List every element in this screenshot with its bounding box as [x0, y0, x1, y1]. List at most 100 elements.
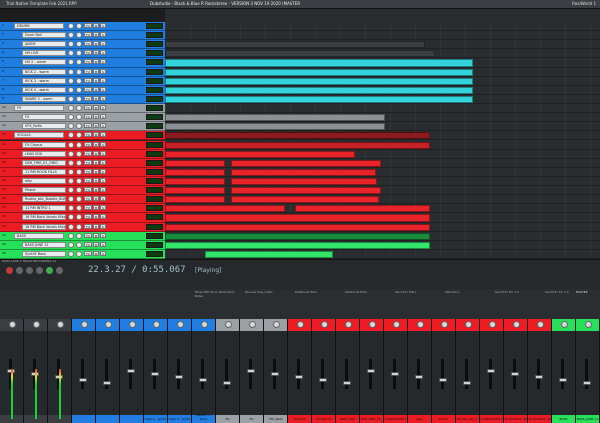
pan-knob-icon[interactable]	[584, 321, 592, 328]
volume-knob-icon[interactable]	[68, 50, 74, 57]
mute-button[interactable]: M	[93, 241, 99, 247]
fader-handle[interactable]	[102, 381, 111, 385]
fx-button[interactable]: FX	[84, 68, 92, 74]
time-display[interactable]: 22.3.27 / 0:55.067	[88, 265, 186, 275]
mute-button[interactable]: M	[93, 86, 99, 92]
fader-handle[interactable]	[582, 381, 591, 385]
fx-button[interactable]: FX	[84, 105, 92, 111]
pan-knob-icon[interactable]	[76, 59, 82, 66]
pan-knob-icon[interactable]	[76, 250, 82, 257]
media-item[interactable]	[165, 214, 430, 222]
solo-button[interactable]: S	[100, 86, 106, 92]
volume-knob-icon[interactable]	[68, 23, 74, 29]
solo-button[interactable]: S	[100, 41, 106, 47]
mixer-strip[interactable]: Rushio_bkc_1	[456, 319, 480, 423]
fx-button[interactable]: FX	[84, 141, 92, 147]
track-row[interactable]: 11 FX FX M S	[0, 113, 165, 123]
media-item[interactable]	[165, 141, 430, 149]
pan-knob-icon[interactable]	[76, 68, 82, 75]
pan-knob-icon[interactable]	[320, 321, 328, 328]
pan-knob-icon[interactable]	[76, 205, 82, 212]
fx-button[interactable]: FX	[84, 50, 92, 56]
track-name[interactable]: DSH_FIRE_01_ORIG	[22, 159, 66, 166]
track-name[interactable]: SNARE 2 - warm	[22, 95, 66, 102]
pan-knob-icon[interactable]	[76, 214, 82, 221]
track-name[interactable]: HH LIVE	[22, 50, 66, 57]
solo-button[interactable]: S	[100, 159, 106, 165]
fx-chain-slot[interactable]: Mixer/DSP Slicer Notes Main Notes	[195, 290, 241, 298]
track-name[interactable]: LEAD VOX	[22, 150, 66, 157]
volume-knob-icon[interactable]	[68, 205, 74, 212]
solo-button[interactable]: S	[100, 168, 106, 174]
track-name[interactable]: Rushio_bkc_Bubble_BLE	[22, 196, 66, 203]
track-lane[interactable]	[165, 104, 600, 114]
volume-knob-icon[interactable]	[68, 32, 74, 39]
pan-knob-icon[interactable]	[76, 50, 82, 57]
mute-button[interactable]: M	[93, 32, 99, 38]
fx-button[interactable]: FX	[84, 177, 92, 183]
track-name[interactable]: KICK 3 - warm	[22, 77, 66, 84]
track-name[interactable]: 16 RM Back Vocals Mixdo	[22, 223, 66, 230]
media-item[interactable]	[165, 86, 473, 94]
media-item[interactable]	[165, 196, 225, 204]
fader-handle[interactable]	[150, 372, 159, 376]
pan-knob-icon[interactable]	[76, 41, 82, 48]
volume-knob-icon[interactable]	[68, 114, 74, 121]
track-row[interactable]: 5 HH 2 - warm FX M S	[0, 58, 165, 68]
pan-knob-icon[interactable]	[76, 177, 82, 184]
mute-button[interactable]: M	[93, 77, 99, 83]
mixer-strip[interactable]	[48, 319, 72, 423]
media-item[interactable]	[165, 114, 385, 122]
track-row[interactable]: 21 11 RM INTRO 1 FX M S	[0, 204, 165, 214]
mute-button[interactable]: M	[93, 123, 99, 129]
mixer-strip[interactable]: DSH_FIRE_01_	[360, 319, 384, 423]
solo-button[interactable]: S	[100, 250, 106, 256]
pan-knob-icon[interactable]	[248, 321, 256, 328]
pan-knob-icon[interactable]	[200, 321, 208, 328]
mixer-strip[interactable]	[96, 319, 120, 423]
solo-button[interactable]: S	[100, 232, 106, 238]
pan-knob-icon[interactable]	[80, 321, 88, 328]
pan-knob-icon[interactable]	[296, 321, 304, 328]
rewind-button-icon[interactable]	[16, 267, 23, 274]
mixer-strip[interactable]	[120, 319, 144, 423]
pan-knob-icon[interactable]	[76, 123, 82, 130]
fader-handle[interactable]	[558, 378, 567, 382]
volume-knob-icon[interactable]	[68, 214, 74, 221]
mute-button[interactable]: M	[93, 187, 99, 193]
mixer-strip[interactable]	[72, 319, 96, 423]
track-row[interactable]: 1 DRUMS FX M S	[0, 22, 165, 32]
mixer-strip[interactable]	[24, 319, 48, 423]
fx-button[interactable]: FX	[84, 196, 92, 202]
solo-button[interactable]: S	[100, 77, 106, 83]
pan-knob-icon[interactable]	[512, 321, 520, 328]
loop-button-icon[interactable]	[56, 267, 63, 274]
fader-handle[interactable]	[78, 378, 87, 382]
pan-knob-icon[interactable]	[560, 321, 568, 328]
fx-button[interactable]: FX	[84, 114, 92, 120]
track-row[interactable]: 4 HH LIVE FX M S	[0, 49, 165, 59]
solo-button[interactable]: S	[100, 68, 106, 74]
track-name[interactable]: KICK 4 - warm	[22, 86, 66, 93]
track-name[interactable]: FX Chorus	[22, 141, 66, 148]
fader-handle[interactable]	[486, 369, 495, 373]
solo-button[interactable]: S	[100, 23, 106, 28]
fx-button[interactable]: FX	[84, 159, 92, 165]
volume-knob-icon[interactable]	[68, 132, 74, 139]
fader-handle[interactable]	[126, 369, 135, 373]
fader-handle[interactable]	[246, 369, 255, 373]
volume-knob-icon[interactable]	[68, 177, 74, 184]
fx-button[interactable]: FX	[84, 232, 92, 238]
track-row[interactable]: 6 KICK 2 - warm FX M S	[0, 67, 165, 77]
media-item[interactable]	[165, 123, 385, 131]
solo-button[interactable]: S	[100, 223, 106, 229]
track-name[interactable]: 11 RM HOOK FILLS	[22, 168, 66, 175]
pan-knob-icon[interactable]	[76, 187, 82, 194]
solo-button[interactable]: S	[100, 141, 106, 147]
track-name[interactable]: SynthF Bass	[22, 250, 66, 257]
media-item[interactable]	[231, 159, 381, 167]
media-item[interactable]	[165, 95, 473, 104]
mute-button[interactable]: M	[93, 150, 99, 156]
media-item[interactable]	[165, 205, 285, 213]
track-row[interactable]: 14 FX Chorus FX M S	[0, 140, 165, 150]
